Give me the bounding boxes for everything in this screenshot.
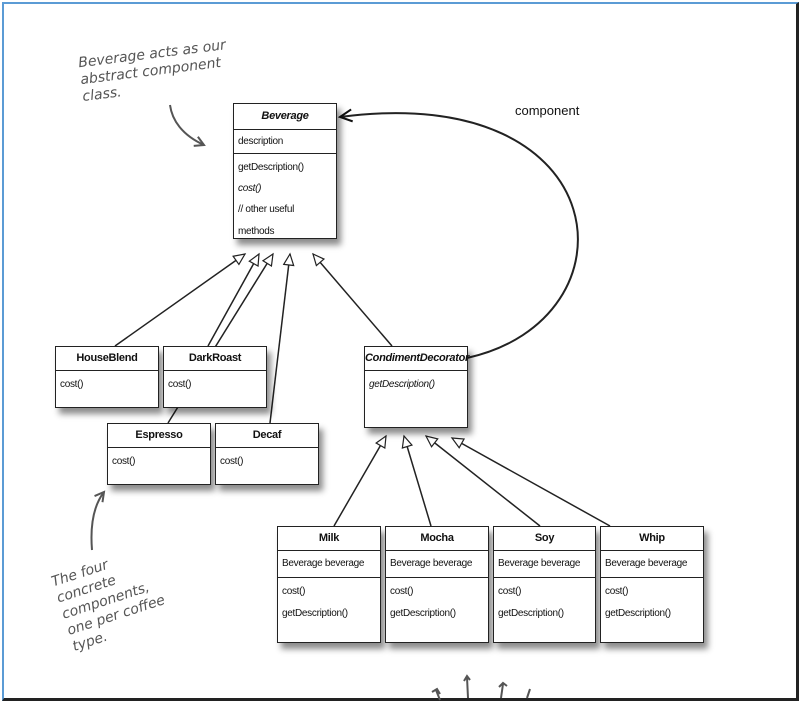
class-mocha[interactable]: Mocha Beverage beverage cost() getDescrip… — [385, 526, 489, 643]
class-name: Milk — [278, 527, 380, 551]
method: getDescription() — [238, 162, 304, 173]
note-arrow-concrete — [90, 490, 106, 551]
class-name: Espresso — [108, 424, 210, 448]
method: cost() — [282, 586, 306, 597]
class-whip[interactable]: Whip Beverage beverage cost() getDescript… — [600, 526, 704, 643]
diagram-canvas: Beverage acts as our abstract component … — [0, 0, 804, 705]
method: cost() — [605, 586, 629, 597]
inherit-soy — [424, 435, 541, 527]
inherit-decaf — [269, 252, 295, 424]
class-decaf[interactable]: Decaf cost() — [215, 423, 319, 485]
method: cost() — [112, 456, 136, 467]
class-beverage[interactable]: Beverage description getDescription() co… — [233, 103, 337, 239]
class-milk[interactable]: Milk Beverage beverage cost() getDescript… — [277, 526, 381, 643]
component-label: component — [515, 103, 580, 118]
method: cost() — [390, 586, 414, 597]
inherit-darkroast — [207, 252, 260, 347]
class-darkroast[interactable]: DarkRoast cost() — [163, 346, 267, 408]
class-name: HouseBlend — [56, 347, 158, 371]
field: Beverage beverage — [498, 558, 581, 569]
field: Beverage beverage — [605, 558, 688, 569]
class-name: Decaf — [216, 424, 318, 448]
method: getDescription() — [605, 608, 671, 619]
offscreen-arrows — [431, 674, 531, 701]
inherit-milk — [333, 434, 387, 527]
class-houseblend[interactable]: HouseBlend cost() — [55, 346, 159, 408]
inherit-decorator — [312, 252, 393, 347]
field: Beverage beverage — [390, 558, 473, 569]
component-association — [337, 108, 579, 359]
field: description — [238, 136, 284, 147]
note-arrow-beverage — [169, 104, 206, 147]
field: Beverage beverage — [282, 558, 365, 569]
class-name: Beverage — [234, 104, 336, 130]
method: getDescription() — [390, 608, 456, 619]
class-name: Mocha — [386, 527, 488, 551]
method: getDescription() — [282, 608, 348, 619]
method: // other useful methods — [238, 204, 295, 237]
method: cost() — [60, 379, 84, 390]
class-name: Whip — [601, 527, 703, 551]
inherit-houseblend — [114, 253, 247, 347]
inherit-whip — [450, 437, 611, 527]
class-espresso[interactable]: Espresso cost() — [107, 423, 211, 485]
method: cost() — [498, 586, 522, 597]
method: getDescription() — [369, 379, 435, 390]
method: cost() — [220, 456, 244, 467]
class-soy[interactable]: Soy Beverage beverage cost() getDescripti… — [493, 526, 596, 643]
method: cost() — [168, 379, 192, 390]
method: getDescription() — [498, 608, 564, 619]
class-condiment-decorator[interactable]: CondimentDecorator getDescription() — [364, 346, 469, 428]
class-name: CondimentDecorator — [365, 347, 469, 371]
class-name: DarkRoast — [164, 347, 266, 371]
method: cost() — [238, 183, 262, 194]
inherit-mocha — [401, 434, 432, 527]
class-name: Soy — [494, 527, 595, 551]
